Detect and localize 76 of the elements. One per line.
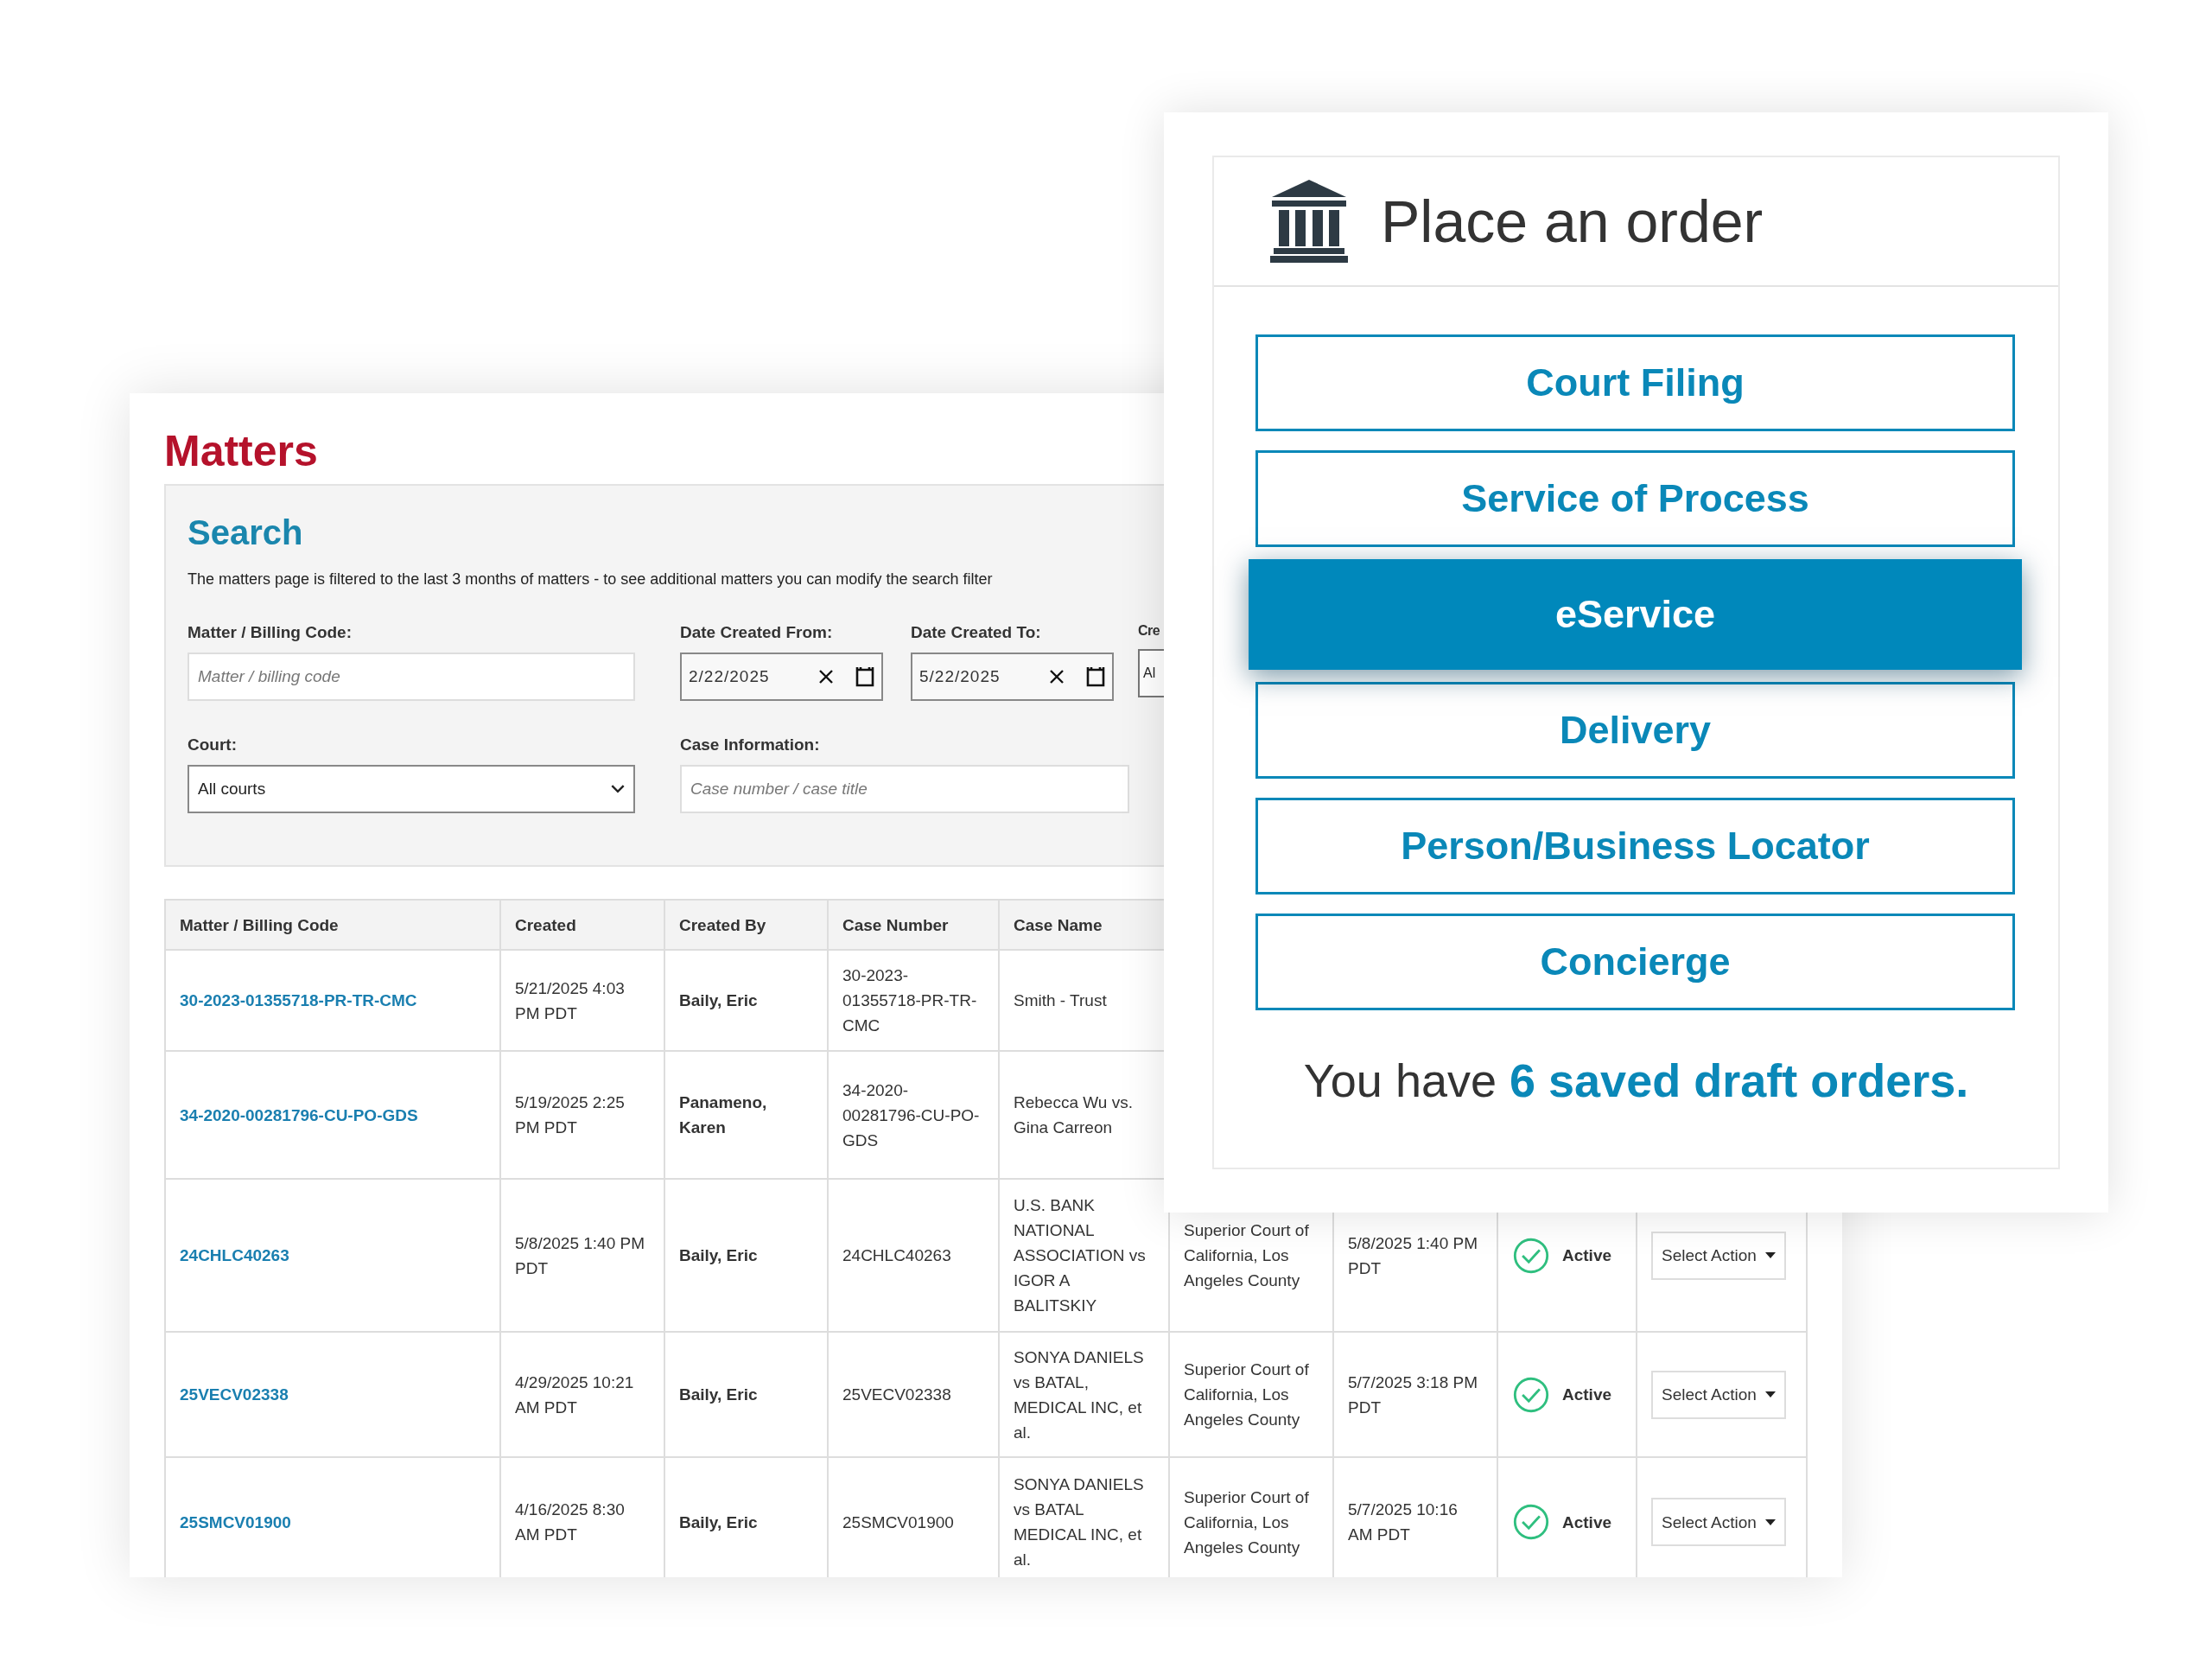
order-option-button[interactable]: Court Filing [1255,334,2015,431]
table-cell: U.S. BANK NATIONAL ASSOCIATION vs IGOR A BALITSKIY [1014,1196,1146,1315]
table-cell: 5/21/2025 4:03 PM PDT [515,978,625,1022]
field-label: Court: [188,735,237,754]
table-cell: 30-2023-01355718-PR-TR-CMC [842,966,977,1035]
order-option-button[interactable]: Person/Business Locator [1255,798,2015,894]
table-cell: 34-2020-00281796-CU-PO-GDS [842,1080,980,1149]
caret-icon [1764,1391,1776,1397]
table-cell: 5/7/2025 10:16 AM PDT [1348,1500,1458,1544]
field-label: Cre [1138,623,1160,639]
matter-link[interactable]: 30-2023-01355718-PR-TR-CMC [180,991,417,1009]
calendar-icon[interactable] [855,665,874,688]
caret-icon [1764,1518,1776,1525]
table-cell: SONYA DANIELS vs BATAL, MEDICAL INC, et al. [1014,1347,1144,1442]
calendar-icon[interactable] [1086,665,1105,688]
field-label: Matter / Billing Code: [188,623,352,642]
caret-icon [1764,1252,1776,1258]
search-note: The matters page is filtered to the last 3 months of matters - to see additional matters you can modify the search filter [188,570,993,589]
table-cell: Baily, Eric [679,1246,758,1264]
check-circle-icon [1512,1375,1550,1414]
matter-link[interactable]: 24CHLC40263 [180,1246,289,1264]
status-text: Active [1562,1245,1612,1266]
input-field[interactable]: Case number / case title [680,765,1129,813]
table-cell: 25SMCV01900 [842,1512,954,1531]
table-cell: Panameno, Karen [679,1093,767,1136]
check-circle-icon [1512,1236,1550,1275]
table-cell: Smith - Trust [1014,991,1107,1009]
search-title: Search [188,512,303,553]
panel-title: Place an order [1381,188,1764,255]
clear-icon[interactable] [817,668,835,685]
column-header: Created By [679,915,766,934]
action-dropdown[interactable]: Select Action [1651,1498,1786,1546]
status-text: Active [1562,1385,1612,1405]
table-cell: SONYA DANIELS vs BATAL MEDICAL INC, et al. [1014,1475,1144,1569]
check-circle-icon [1512,1503,1550,1541]
field-label: Date Created To: [911,623,1041,642]
order-option-button[interactable]: Concierge [1255,914,2015,1010]
table-cell: 25VECV02338 [842,1385,951,1404]
draft-orders-link[interactable]: 6 saved draft orders. [1510,1054,1969,1106]
status-text: Active [1562,1512,1612,1533]
table-cell: 5/7/2025 3:18 PM PDT [1348,1372,1478,1417]
table-cell: Baily, Eric [679,1385,758,1404]
field-label: Date Created From: [680,623,833,642]
table-cell: Superior Court of California, Los Angeles County [1184,1221,1309,1289]
order-option-button[interactable]: Service of Process [1255,450,2015,547]
page-title: Matters [164,426,318,477]
table-cell: Superior Court of California, Los Angeles County [1184,1360,1309,1429]
table-cell: 24CHLC40263 [842,1246,951,1264]
input-field[interactable]: Al [1138,649,1166,697]
table-cell: 5/19/2025 2:25 PM PDT [515,1093,625,1136]
table-cell: Baily, Eric [679,991,758,1009]
table-cell: 5/8/2025 1:40 PM PDT [1348,1233,1478,1277]
table-cell: 4/29/2025 10:21 AM PDT [515,1372,634,1417]
column-header: Case Name [1014,915,1103,934]
chevron-icon [611,785,625,793]
courthouse-icon [1270,180,1348,263]
matter-link[interactable]: 34-2020-00281796-CU-PO-GDS [180,1105,418,1124]
field-label: Case Information: [680,735,820,754]
action-dropdown[interactable]: Select Action [1651,1231,1786,1280]
table-cell: Rebecca Wu vs. Gina Carreon [1014,1093,1133,1136]
order-option-button[interactable]: eService [1249,559,2022,670]
table-cell: 5/8/2025 1:40 PM PDT [515,1233,645,1277]
column-header: Created [515,915,576,934]
input-field[interactable]: Matter / billing code [188,653,635,701]
matter-link[interactable]: 25SMCV01900 [180,1512,291,1531]
draft-orders-text: You have 6 saved draft orders. [1302,1054,1970,1107]
court-dropdown[interactable]: All courts [188,765,635,813]
column-header: Case Number [842,915,949,934]
table-cell: Baily, Eric [679,1512,758,1531]
column-header: Matter / Billing Code [180,915,339,934]
table-cell: 4/16/2025 8:30 AM PDT [515,1500,625,1544]
matter-link[interactable]: 25VECV02338 [180,1385,289,1404]
clear-icon[interactable] [1048,668,1065,685]
action-dropdown[interactable]: Select Action [1651,1370,1786,1419]
order-option-button[interactable]: Delivery [1255,682,2015,779]
table-cell: Superior Court of California, Los Angeles County [1184,1487,1309,1557]
